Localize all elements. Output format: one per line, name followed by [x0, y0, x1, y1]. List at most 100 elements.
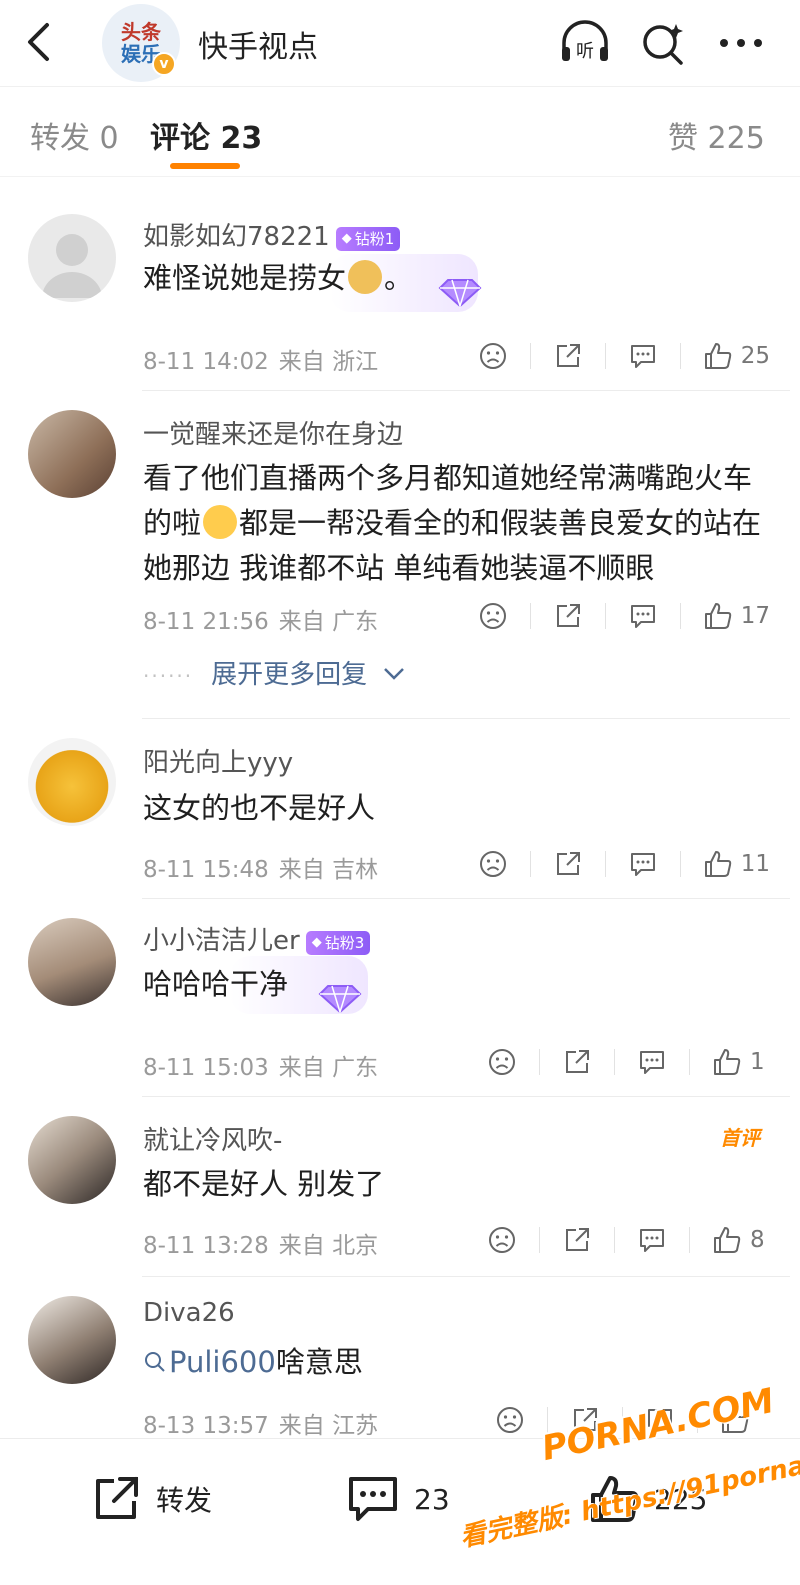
thumbs-up-icon: [714, 1049, 741, 1075]
thumbs-up-icon: [704, 851, 731, 877]
action-divider: [689, 1049, 690, 1075]
comment-meta: 8-11 15:48 来自 吉林: [143, 857, 379, 883]
avatar[interactable]: [28, 214, 116, 302]
comment-item: 如影如幻78221 ◆ 钻粉1 难怪说她是捞女。 8-11 14:02 来自 浙江 2…: [0, 194, 800, 390]
share-button[interactable]: [562, 1047, 592, 1077]
action-divider: [614, 1227, 615, 1253]
comment-separator: [142, 1276, 790, 1277]
mention-link[interactable]: Puli600: [143, 1345, 276, 1379]
sad-face-icon: [497, 1407, 523, 1433]
action-divider: [679, 603, 681, 629]
action-divider: [539, 1227, 540, 1253]
like-button[interactable]: 17: [703, 601, 770, 631]
avatar[interactable]: [28, 1116, 116, 1204]
comment-username[interactable]: 小小洁洁儿er ◆ 钻粉3: [143, 920, 371, 957]
repost-button[interactable]: 转发: [90, 1469, 212, 1529]
dislike-button[interactable]: [478, 849, 508, 879]
action-divider: [529, 603, 531, 629]
share-button[interactable]: [553, 849, 583, 879]
comment-item: 就让冷风吹- 首评 都不是好人 别发了 8-11 13:28 来自 北京 8: [0, 1096, 800, 1276]
share-button[interactable]: [553, 341, 583, 371]
tab-repost[interactable]: 转发 0: [30, 113, 119, 157]
avatar[interactable]: [28, 1296, 116, 1384]
comment-text: 看了他们直播两个多月都知道她经常满嘴跑火车的啦 都是一帮没看全的和假装善良爱女的站…: [143, 461, 762, 585]
section-divider: [0, 176, 800, 194]
dislike-button[interactable]: [478, 601, 508, 631]
comment-separator: [142, 1096, 790, 1097]
laugh-cry-emoji-icon: [203, 505, 238, 539]
share-button[interactable]: [562, 1225, 592, 1255]
tab-comments[interactable]: 评论 23: [150, 113, 262, 157]
comment-username[interactable]: 一觉醒来还是你在身边: [143, 414, 403, 451]
diamond-icon: ◆: [341, 231, 352, 246]
search-icon: [145, 1352, 165, 1372]
expand-replies-link[interactable]: ······ 展开更多回复: [143, 654, 405, 691]
action-divider: [604, 851, 606, 877]
comment-username[interactable]: 如影如幻78221 ◆ 钻粉1: [143, 216, 401, 253]
comment-actions: 25: [478, 336, 770, 376]
avatar[interactable]: [28, 918, 116, 1006]
reply-button[interactable]: [628, 341, 658, 371]
comment-meta: 8-11 14:02 来自 浙江: [143, 349, 379, 375]
doge-emoji-icon: [348, 260, 383, 294]
tab-likes[interactable]: 赞 225: [668, 113, 765, 157]
share-icon: [96, 1477, 138, 1519]
search-button[interactable]: [636, 16, 690, 70]
thumbs-up-icon: [714, 1227, 741, 1253]
action-divider: [679, 851, 681, 877]
reply-button[interactable]: [637, 1047, 667, 1077]
like-button[interactable]: 8: [712, 1225, 770, 1255]
like-button[interactable]: 1: [712, 1047, 770, 1077]
dislike-button[interactable]: [487, 1047, 517, 1077]
action-divider: [529, 851, 531, 877]
dislike-button[interactable]: [487, 1225, 517, 1255]
action-divider: [539, 1049, 540, 1075]
comment-username[interactable]: Diva26: [143, 1298, 235, 1328]
comment-item: 阳光向上yyy 这女的也不是好人 8-11 15:48 来自 吉林 11: [0, 718, 800, 898]
account-name[interactable]: 快手视点: [198, 22, 318, 66]
action-divider: [604, 603, 606, 629]
comment-actions: 1: [487, 1042, 770, 1082]
comment-button[interactable]: 23: [346, 1469, 450, 1529]
like-count: 25: [740, 343, 770, 369]
comment-icon: [640, 1229, 664, 1252]
action-divider: [679, 343, 681, 369]
verified-badge-icon: v: [152, 52, 176, 76]
share-icon: [566, 1228, 589, 1251]
avatar[interactable]: [28, 410, 116, 498]
more-button[interactable]: [714, 16, 768, 70]
like-button[interactable]: 11: [703, 849, 770, 879]
action-divider: [604, 343, 606, 369]
comment-text: 哈哈哈干净: [143, 967, 289, 1001]
sad-face-icon: [479, 603, 506, 629]
search-icon: [643, 24, 683, 65]
avatar[interactable]: [28, 738, 116, 826]
comment-actions: 11: [478, 844, 770, 884]
comment-username[interactable]: 阳光向上yyy: [143, 742, 293, 779]
comment-text: 都不是好人 别发了: [143, 1167, 385, 1201]
thumbs-up-icon: [704, 343, 731, 369]
like-count: 1: [750, 1049, 765, 1075]
reply-button[interactable]: [628, 849, 658, 879]
more-icon: [720, 39, 762, 47]
back-button[interactable]: [18, 20, 58, 64]
action-divider: [614, 1049, 615, 1075]
reply-button[interactable]: [637, 1225, 667, 1255]
comment-username[interactable]: 就让冷风吹-: [143, 1120, 282, 1157]
share-button[interactable]: [553, 601, 583, 631]
comment-actions: 17: [478, 596, 770, 636]
like-count: 17: [740, 603, 770, 629]
comment-icon: [630, 345, 655, 368]
listen-button[interactable]: 听: [558, 16, 612, 70]
comment-text: Puli600啥意思: [143, 1340, 773, 1385]
comment-separator: [142, 390, 790, 391]
top-nav-bar: 头条 娱乐 v 快手视点 听: [0, 0, 800, 86]
dislike-button[interactable]: [495, 1405, 525, 1435]
like-button[interactable]: 25: [703, 341, 770, 371]
sad-face-icon: [489, 1227, 515, 1253]
comment-meta: 8-11 15:03 来自 广东: [143, 1055, 379, 1081]
dislike-button[interactable]: [478, 341, 508, 371]
diamond-icon: ◆: [311, 935, 322, 950]
reply-button[interactable]: [628, 601, 658, 631]
comment-text: 这女的也不是好人: [143, 791, 376, 825]
